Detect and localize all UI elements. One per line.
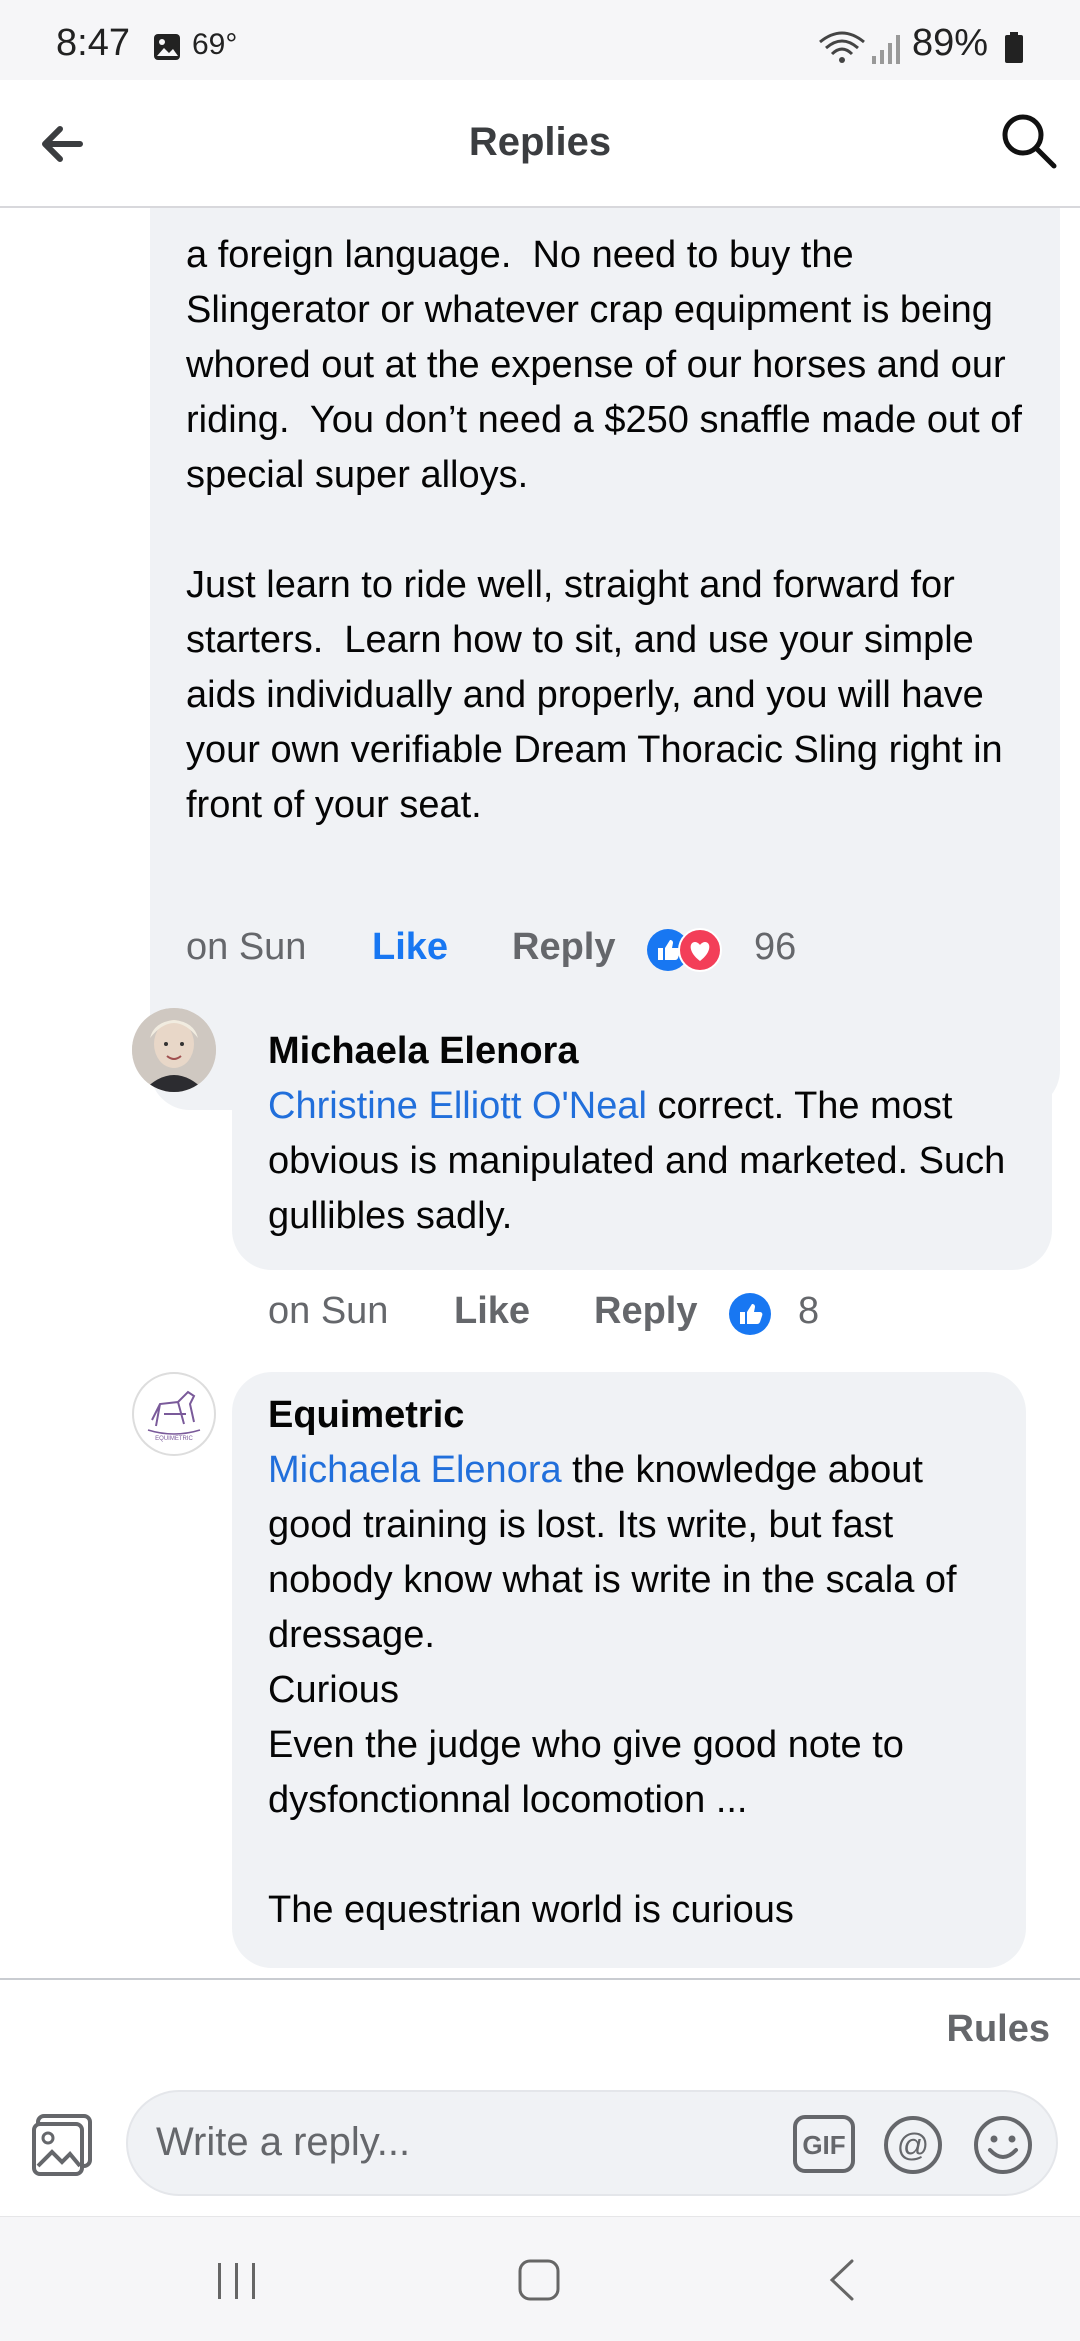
mention-link[interactable]: Michaela Elenora <box>268 1449 562 1491</box>
like-icon[interactable] <box>728 1292 772 1336</box>
battery-icon <box>1005 32 1023 63</box>
reply-button[interactable]: Reply <box>594 1286 697 1336</box>
like-button[interactable]: Like <box>372 922 448 972</box>
status-temperature: 69° <box>192 28 238 61</box>
emoji-icon[interactable] <box>972 2114 1034 2176</box>
reply-button[interactable]: Reply <box>512 922 615 972</box>
search-icon[interactable] <box>998 110 1060 172</box>
gif-icon[interactable]: GIF <box>792 2114 856 2174</box>
recents-icon[interactable] <box>212 2257 262 2303</box>
comment-actions: on Sun Like Reply 96 <box>186 922 886 972</box>
mention-link[interactable]: Christine Elliott O'Neal <box>268 1085 647 1127</box>
comment-text: a foreign language. No need to buy the S… <box>186 234 1022 826</box>
page-title: Replies <box>468 120 612 164</box>
reply-input[interactable]: Write a reply... GIF @ <box>126 2090 1058 2196</box>
avatar[interactable] <box>132 1008 216 1092</box>
system-nav-bar <box>0 2216 1080 2341</box>
replies-thread[interactable]: a foreign language. No need to buy the S… <box>0 208 1080 1978</box>
avatar-photo <box>132 1008 216 1092</box>
home-icon[interactable] <box>514 2255 564 2305</box>
reply-placeholder: Write a reply... <box>156 2120 411 2164</box>
svg-text:GIF: GIF <box>802 2130 845 2160</box>
comment-bubble[interactable]: Equimetric Michaela Elenora the knowledg… <box>232 1372 1026 1968</box>
signal-icon <box>872 35 900 64</box>
reaction-count[interactable]: 96 <box>754 922 796 972</box>
comment-bubble[interactable]: a foreign language. No need to buy the S… <box>150 208 1060 1110</box>
header: Replies <box>0 80 1080 208</box>
comment-text: Christine Elliott O'Neal correct. The mo… <box>268 1079 1016 1244</box>
back-icon[interactable] <box>822 2255 862 2305</box>
status-bar: 8:47 69° 89% <box>0 0 1080 80</box>
comment-time[interactable]: on Sun <box>268 1286 388 1336</box>
equimetric-logo: EQUIMETRIC <box>147 1390 201 1442</box>
svg-text:EQUIMETRIC: EQUIMETRIC <box>155 1436 193 1442</box>
gallery-notification-icon <box>154 34 180 60</box>
comment-author[interactable]: Michaela Elenora <box>268 1024 1016 1079</box>
reply-composer: Rules Write a reply... GIF @ <box>0 1978 1080 2216</box>
comment-time[interactable]: on Sun <box>186 922 306 972</box>
comment-actions: on Sun Like Reply 8 <box>268 1286 868 1336</box>
comment-author[interactable]: Equimetric <box>268 1388 990 1443</box>
photo-icon[interactable] <box>30 2112 96 2178</box>
like-button[interactable]: Like <box>454 1286 530 1336</box>
battery-percent: 89% <box>912 22 989 64</box>
avatar[interactable]: EQUIMETRIC <box>132 1372 216 1456</box>
reaction-count[interactable]: 8 <box>798 1286 819 1336</box>
comment-body: the knowledge about good training is los… <box>268 1449 957 1931</box>
love-icon[interactable] <box>678 928 722 972</box>
comment-text: Michaela Elenora the knowledge about goo… <box>268 1443 990 1938</box>
svg-text:@: @ <box>897 2127 929 2163</box>
wifi-icon <box>819 31 865 63</box>
mention-icon[interactable]: @ <box>882 2114 944 2176</box>
rules-link[interactable]: Rules <box>947 2008 1050 2051</box>
status-time: 8:47 <box>56 22 130 64</box>
comment-bubble[interactable]: Michaela Elenora Christine Elliott O'Nea… <box>232 1008 1052 1270</box>
